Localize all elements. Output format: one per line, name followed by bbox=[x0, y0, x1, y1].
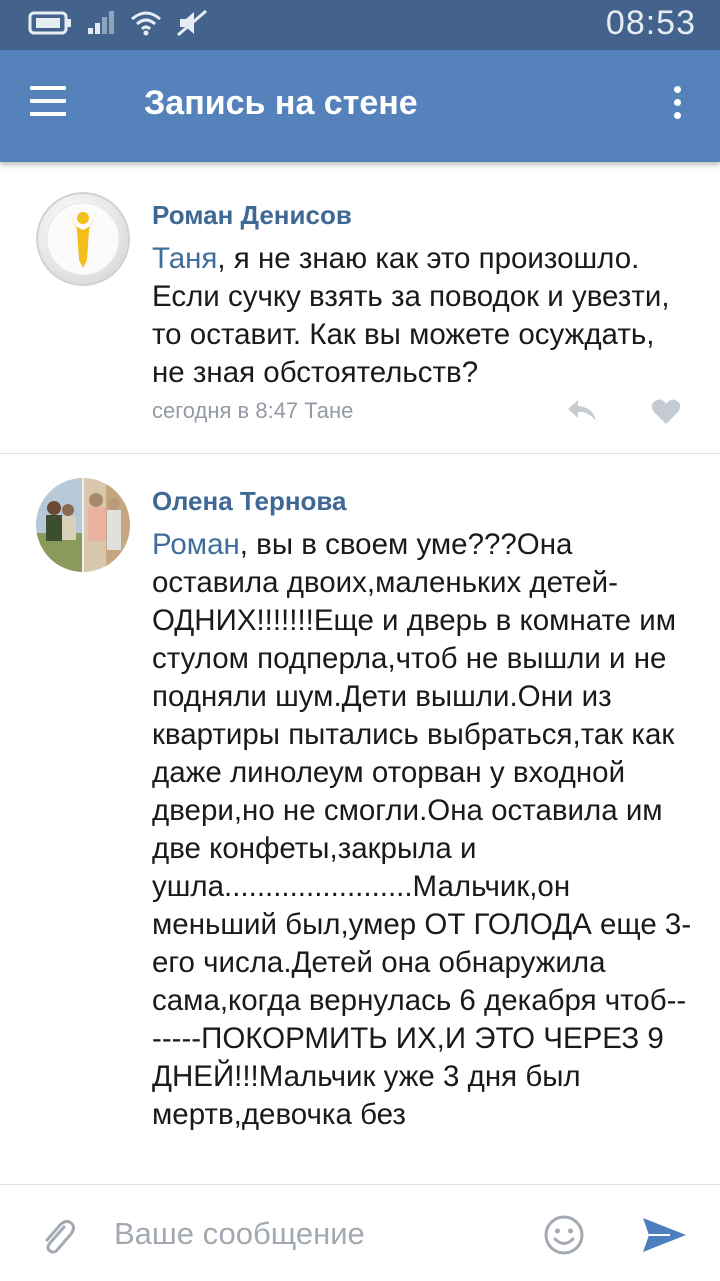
page-title: Запись на стене bbox=[144, 84, 418, 122]
mention-link[interactable]: Роман bbox=[152, 528, 240, 561]
more-options-button[interactable] bbox=[662, 86, 692, 126]
comment-author[interactable]: Роман Денисов bbox=[152, 200, 352, 231]
heart-icon bbox=[651, 399, 681, 424]
mention-link[interactable]: Таня bbox=[152, 242, 217, 275]
avatar[interactable] bbox=[36, 478, 130, 572]
attach-button[interactable] bbox=[38, 1217, 78, 1257]
message-input[interactable] bbox=[112, 1205, 526, 1263]
reply-icon bbox=[568, 400, 596, 421]
battery-icon bbox=[28, 10, 72, 41]
hamburger-icon bbox=[30, 86, 66, 90]
signal-icon bbox=[86, 10, 116, 41]
message-composer bbox=[0, 1184, 720, 1281]
avatar[interactable] bbox=[36, 192, 130, 286]
comments-feed[interactable]: Роман Денисов Таня, я не знаю как это пр… bbox=[0, 162, 720, 1184]
comment-body: , я не знаю как это произошло. Если сучк… bbox=[152, 242, 670, 389]
menu-button[interactable] bbox=[28, 86, 72, 126]
app-bar: Запись на стене bbox=[0, 50, 720, 162]
comment-text: Таня, я не знаю как это произошло. Если … bbox=[152, 240, 692, 392]
comment-author[interactable]: Олена Тернова bbox=[152, 486, 347, 517]
send-button[interactable] bbox=[640, 1215, 688, 1255]
smiley-icon bbox=[544, 1215, 584, 1255]
more-vertical-icon bbox=[673, 86, 681, 93]
emoji-button[interactable] bbox=[542, 1213, 586, 1257]
comment-item: Роман Денисов Таня, я не знаю как это пр… bbox=[0, 162, 720, 454]
paperclip-icon bbox=[45, 1219, 75, 1254]
comment-meta: сегодня в 8:47 Тане bbox=[152, 398, 354, 423]
clock: 08:53 bbox=[605, 4, 696, 42]
wifi-icon bbox=[130, 10, 162, 41]
like-button[interactable] bbox=[651, 398, 681, 426]
status-bar: 08:53 bbox=[0, 0, 720, 50]
sound-off-icon bbox=[176, 9, 208, 42]
status-icons bbox=[28, 9, 208, 42]
reply-button[interactable] bbox=[566, 398, 598, 424]
send-icon bbox=[643, 1218, 686, 1252]
